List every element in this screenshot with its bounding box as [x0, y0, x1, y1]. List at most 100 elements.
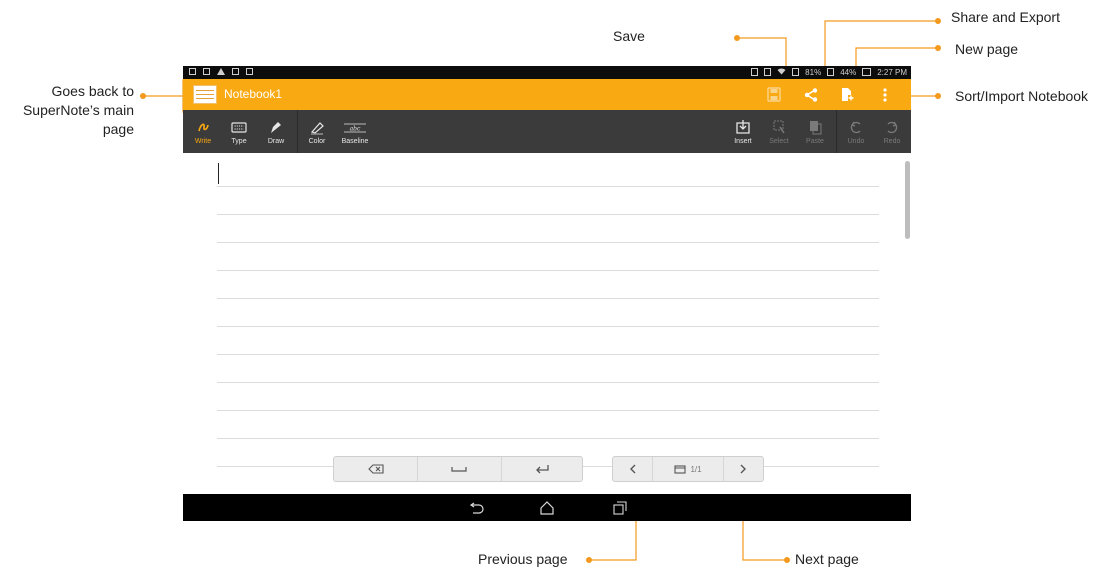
page-number: 1/1 [690, 464, 702, 474]
vertical-scrollbar[interactable] [905, 161, 910, 239]
space-icon [451, 467, 468, 472]
backspace-key[interactable] [334, 457, 419, 481]
space-key[interactable] [418, 457, 502, 481]
notification-icon [232, 68, 239, 75]
back-button[interactable] [465, 498, 487, 518]
save-icon [766, 87, 781, 102]
save-callout-label: Save [613, 28, 645, 44]
notification-icons [189, 68, 253, 75]
save-callout-dot [734, 35, 740, 41]
redo-button[interactable]: Redo [874, 110, 910, 153]
toolbar-divider [836, 110, 837, 153]
redo-icon [887, 121, 898, 134]
redo-label: Redo [883, 138, 901, 145]
sort-callout-dot [935, 93, 941, 99]
page-navigator: 1/1 [612, 456, 764, 482]
android-nav-bar [183, 494, 911, 521]
app-bar-actions [755, 79, 903, 110]
write-icon [198, 123, 209, 132]
undo-button[interactable]: Undo [838, 110, 874, 153]
write-mode-button[interactable]: Write [185, 110, 221, 153]
go-back-line-3: page [102, 121, 134, 137]
undo-icon [850, 121, 861, 134]
chevron-right-icon [740, 464, 747, 474]
backspace-icon [367, 464, 384, 474]
color-button[interactable]: Color [299, 110, 335, 153]
save-button[interactable] [755, 79, 792, 110]
share-icon [804, 87, 817, 102]
tablet-screen: 81% 44% 2:27 PM Notebook1 Write Type Dra… [183, 66, 911, 521]
toolbar-divider [297, 110, 298, 153]
notebook-title[interactable]: Notebook1 [224, 87, 282, 101]
insert-icon [736, 120, 750, 134]
svg-text:abc: abc [350, 126, 361, 133]
notebook-thumbnail-icon[interactable] [193, 85, 217, 104]
share-button[interactable] [792, 79, 829, 110]
baseline-label: Baseline [341, 138, 369, 145]
ruled-line [217, 326, 879, 327]
write-label: Write [194, 138, 212, 145]
draw-mode-button[interactable]: Draw [258, 110, 294, 153]
type-mode-button[interactable]: Type [221, 110, 257, 153]
keyboard-icon [231, 122, 247, 133]
app-bar: Notebook1 [183, 79, 911, 110]
new-page-callout-label: New page [955, 41, 1019, 57]
paste-button[interactable]: Paste [797, 110, 833, 153]
ruled-line [217, 270, 879, 271]
insert-label: Insert [734, 138, 752, 145]
next-page-button[interactable] [724, 457, 763, 481]
sort-import-callout-label: Sort/Import Notebook [955, 88, 1089, 104]
ruled-line [217, 214, 879, 215]
recent-apps-button[interactable] [609, 498, 631, 518]
home-button[interactable] [536, 498, 558, 518]
system-status: 81% 44% 2:27 PM [751, 67, 907, 77]
status-bar: 81% 44% 2:27 PM [183, 66, 911, 79]
new-page-callout-dot [935, 45, 941, 51]
ruled-line [217, 410, 879, 411]
dock-battery-icon [827, 68, 835, 76]
recent-apps-icon [613, 501, 627, 515]
ruled-line [217, 382, 879, 383]
notification-icon [203, 68, 210, 75]
next-callout-dot [784, 557, 790, 563]
go-back-callout-label: Goes back to SuperNote’s main page [0, 82, 134, 139]
overflow-menu-icon [882, 87, 887, 102]
paste-label: Paste [806, 138, 824, 145]
baseline-icon: abc [344, 123, 366, 133]
battery-icon [792, 68, 800, 76]
insert-button[interactable]: Insert [725, 110, 761, 153]
go-back-line-1: Goes back to [51, 83, 135, 99]
ruled-line [217, 438, 879, 439]
next-page-callout-label: Next page [795, 551, 859, 567]
type-label: Type [231, 138, 247, 145]
page-indicator[interactable]: 1/1 [653, 457, 724, 481]
share-export-callout-label: Share and Export [951, 9, 1060, 25]
clock: 2:27 PM [877, 67, 907, 77]
battery-icon [862, 68, 872, 76]
new-page-icon [842, 88, 854, 101]
pen-icon [271, 122, 281, 133]
color-icon [310, 122, 324, 135]
note-page[interactable] [183, 153, 911, 493]
color-label: Color [308, 138, 326, 145]
enter-icon [535, 465, 549, 474]
overflow-menu-button[interactable] [866, 79, 903, 110]
draw-label: Draw [267, 138, 285, 145]
previous-page-button[interactable] [613, 457, 654, 481]
ruled-line [217, 242, 879, 243]
battery-percent-1: 81% [805, 67, 822, 77]
baseline-button[interactable]: abc Baseline [335, 110, 375, 153]
select-button[interactable]: Select [761, 110, 797, 153]
back-callout-dot [140, 93, 146, 99]
select-label: Select [769, 138, 789, 145]
enter-key[interactable] [502, 457, 582, 481]
chevron-left-icon [629, 464, 636, 474]
ruled-line [217, 298, 879, 299]
new-page-button[interactable] [829, 79, 866, 110]
select-icon [773, 120, 785, 134]
share-callout-dot [935, 18, 941, 24]
paste-icon [810, 121, 822, 135]
sim-icon [751, 68, 759, 76]
wifi-icon [777, 67, 786, 77]
previous-callout-dot [586, 557, 592, 563]
